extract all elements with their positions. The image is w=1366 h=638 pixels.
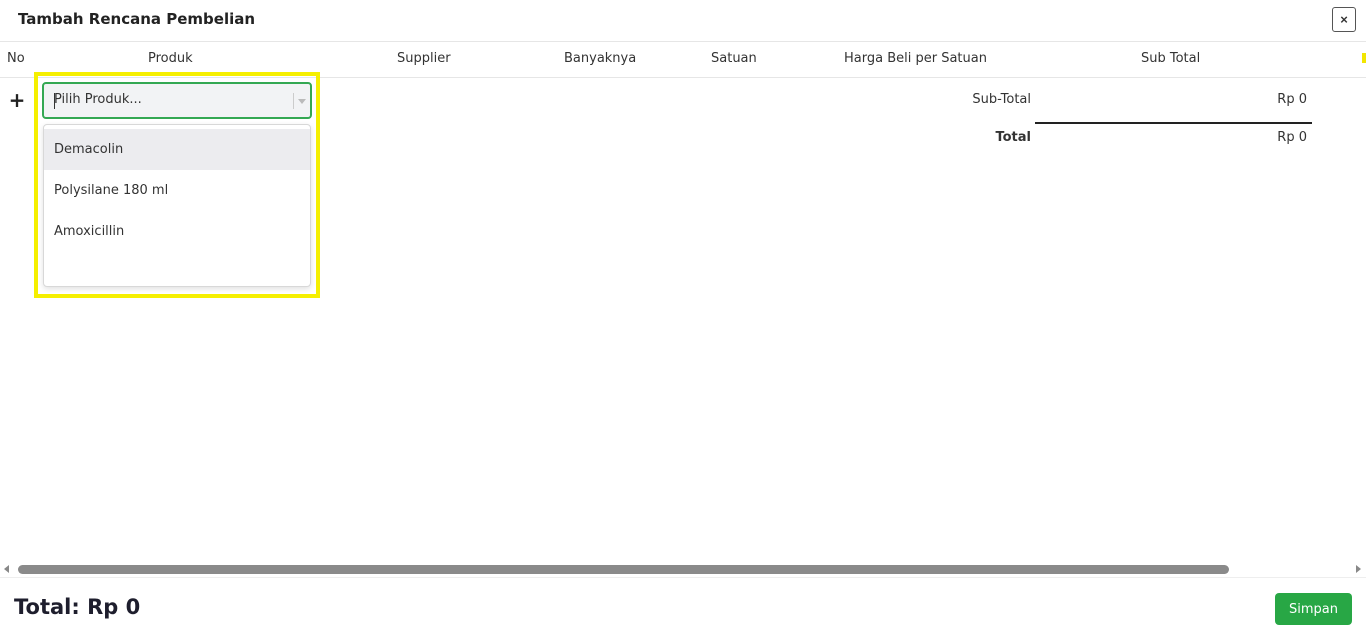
save-button[interactable]: Simpan <box>1275 593 1352 625</box>
close-button[interactable]: × <box>1332 7 1356 32</box>
close-icon: × <box>1340 12 1348 27</box>
horizontal-scrollbar[interactable] <box>0 561 1366 577</box>
total-value: Rp 0 <box>1277 130 1307 145</box>
subtotal-label: Sub-Total <box>972 92 1031 107</box>
column-header-satuan: Satuan <box>711 51 757 66</box>
column-header-produk: Produk <box>148 51 193 66</box>
column-header-harga-beli: Harga Beli per Satuan <box>844 51 987 66</box>
product-option[interactable]: Demacolin <box>44 129 310 170</box>
select-separator <box>293 93 294 109</box>
product-select[interactable]: Pilih Produk... <box>42 82 312 119</box>
product-dropdown-menu: Demacolin Polysilane 180 ml Amoxicillin <box>43 124 311 287</box>
subtotal-value: Rp 0 <box>1277 92 1307 107</box>
scroll-right-icon[interactable] <box>1356 565 1361 573</box>
column-header-no: No <box>7 51 25 66</box>
scrollbar-thumb[interactable] <box>18 565 1229 574</box>
modal-header: Tambah Rencana Pembelian × <box>0 0 1366 42</box>
column-header-banyaknya: Banyaknya <box>564 51 637 66</box>
modal-title: Tambah Rencana Pembelian <box>18 10 256 28</box>
product-select-placeholder: Pilih Produk... <box>54 92 142 107</box>
product-option[interactable]: Polysilane 180 ml <box>44 170 310 211</box>
scroll-left-icon[interactable] <box>4 565 9 573</box>
add-row-plus-icon[interactable]: + <box>8 88 26 112</box>
total-label: Total <box>995 130 1031 145</box>
column-header-sub-total: Sub Total <box>1141 51 1201 66</box>
chevron-down-icon[interactable] <box>298 99 306 104</box>
product-option[interactable]: Amoxicillin <box>44 211 310 252</box>
edge-marker <box>1362 53 1366 63</box>
modal-footer: Total: Rp 0 Simpan <box>0 577 1366 638</box>
footer-total: Total: Rp 0 <box>14 595 141 619</box>
summary-divider <box>1035 122 1312 124</box>
column-header-supplier: Supplier <box>397 51 451 66</box>
